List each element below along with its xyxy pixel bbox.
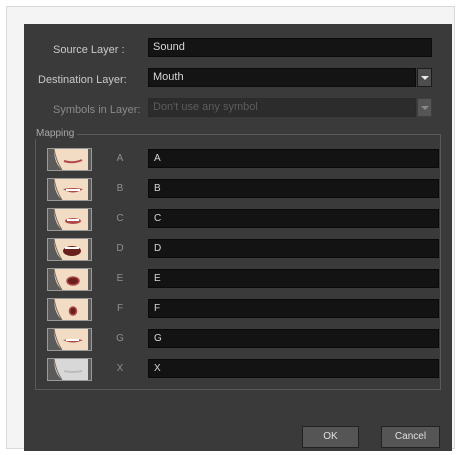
mouth-oo-icon [47,298,92,321]
destination-layer-dropdown-button[interactable] [417,68,432,87]
mapping-group [35,134,441,390]
ok-button[interactable]: OK [302,426,359,448]
mapping-field-x[interactable]: X [148,359,439,378]
mapping-letter-b: B [116,183,124,194]
mouth-slightly-open-icon [47,208,92,231]
source-layer-label: Source Layer : [53,44,125,56]
mapping-letter-g: G [116,333,124,344]
destination-layer-dropdown[interactable]: Mouth [148,68,416,87]
mapping-group-title: Mapping [33,128,78,139]
mapping-field-g[interactable]: G [148,329,439,348]
destination-layer-label: Destination Layer: [38,74,127,86]
symbols-in-layer-label: Symbols in Layer: [53,104,141,116]
mouth-fv-icon [47,328,92,351]
chevron-down-icon [421,106,429,110]
mapping-letter-a: A [116,153,124,164]
mouth-teeth-icon [47,178,92,201]
mouth-rest-icon [47,358,92,381]
mapping-field-a[interactable]: A [148,149,439,168]
mouth-closed-icon [47,148,92,171]
mouth-wide-open-icon [47,238,92,261]
cancel-button[interactable]: Cancel [381,426,440,448]
symbols-in-layer-dropdown[interactable]: Don't use any symbol [148,98,416,117]
mapping-letter-e: E [116,273,124,284]
mapping-field-b[interactable]: B [148,179,439,198]
mapping-letter-c: C [116,213,124,224]
mapping-field-e[interactable]: E [148,269,439,288]
mouth-rounded-icon [47,268,92,291]
mapping-letter-f: F [116,303,124,314]
mapping-letter-d: D [116,243,124,254]
chevron-down-icon [421,76,429,80]
screenshot-frame: Source Layer : Sound Destination Layer: … [6,6,455,451]
symbols-in-layer-dropdown-button[interactable] [417,98,432,117]
source-layer-field[interactable]: Sound [148,38,432,57]
mapping-field-c[interactable]: C [148,209,439,228]
mapping-letter-x: X [116,363,124,374]
mapping-field-f[interactable]: F [148,299,439,318]
lip-sync-mapping-dialog: Source Layer : Sound Destination Layer: … [24,24,452,451]
mapping-field-d[interactable]: D [148,239,439,258]
